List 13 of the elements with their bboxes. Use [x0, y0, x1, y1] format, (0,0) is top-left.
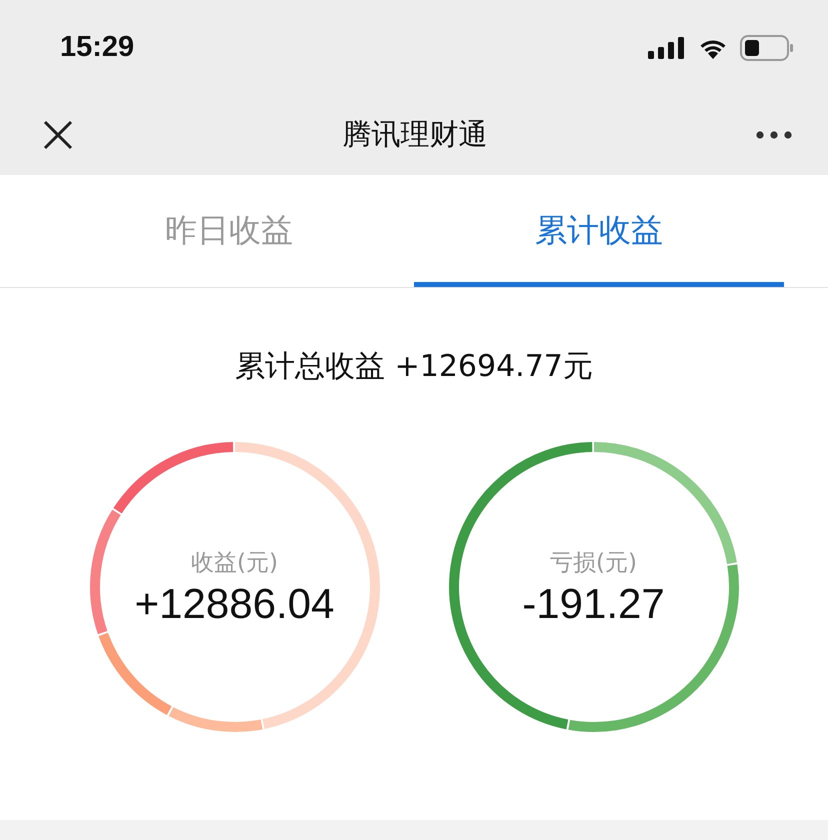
- page-title: 腾讯理财通: [342, 116, 488, 153]
- ring-value: +12886.04: [134, 580, 334, 628]
- more-icon[interactable]: [756, 131, 792, 139]
- total-earnings: 累计总收益 +12694.77元: [235, 348, 593, 386]
- tab[interactable]: 累计收益: [414, 180, 784, 287]
- ring-value: -191.27: [522, 580, 665, 628]
- signal-icon: [648, 36, 686, 58]
- ring-label: 亏损(元): [550, 548, 637, 578]
- status-time: 15:29: [60, 31, 134, 64]
- battery-icon: [740, 34, 794, 60]
- ring-label: 收益(元): [191, 548, 278, 578]
- tab[interactable]: 昨日收益: [44, 180, 414, 287]
- close-icon[interactable]: [42, 119, 74, 151]
